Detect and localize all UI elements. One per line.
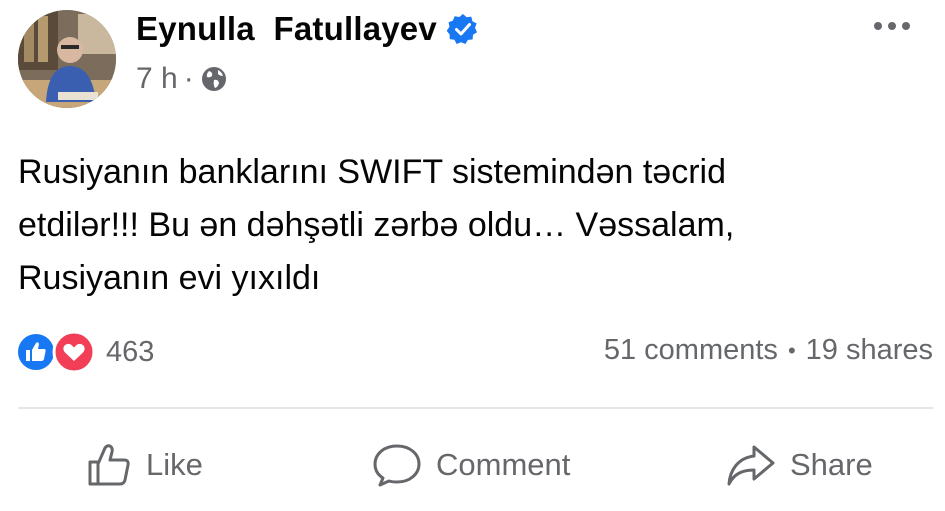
share-label: Share — [790, 447, 873, 482]
comment-bubble-icon — [373, 444, 421, 487]
comment-label: Comment — [436, 447, 571, 482]
comment-button[interactable]: Comment — [372, 430, 570, 500]
divider — [18, 407, 933, 409]
share-arrow-icon — [727, 445, 775, 486]
post-text: Rusiyanın banklarını SWIFT sistemindən t… — [18, 146, 923, 305]
meta-separator: · — [183, 62, 194, 95]
more-options-icon[interactable] — [874, 22, 910, 30]
post-text-line: Rusiyanın banklarını SWIFT sistemindən t… — [18, 153, 726, 191]
love-reaction-icon — [52, 330, 96, 374]
globe-icon — [201, 67, 226, 91]
post-text-line: Rusiyanın evi yıxıldı — [18, 259, 321, 297]
reactions-summary[interactable]: 463 — [16, 330, 154, 374]
like-button[interactable]: Like — [86, 430, 203, 500]
comments-count[interactable]: 51 comments — [604, 334, 778, 367]
post-meta: 7 h · — [136, 62, 228, 96]
stats-separator: • — [787, 337, 796, 363]
author-avatar[interactable] — [18, 10, 116, 108]
share-button[interactable]: Share — [726, 430, 873, 500]
verified-badge-icon — [446, 14, 477, 44]
author-name[interactable]: Eynulla Fatullayev — [136, 10, 437, 48]
shares-count[interactable]: 19 shares — [806, 334, 933, 367]
reaction-count: 463 — [106, 335, 155, 368]
post-stats: 51 comments • 19 shares — [604, 334, 933, 367]
post-actions: Like Comment Share — [0, 430, 945, 500]
like-label: Like — [146, 447, 203, 482]
post-header: Eynulla Fatullayev 7 h · — [0, 0, 945, 120]
like-reaction-icon — [16, 332, 56, 372]
post-text-line: etdilər!!! Bu ən dəhşətli zərbə oldu… Və… — [18, 206, 735, 244]
post-time[interactable]: 7 h — [136, 62, 178, 96]
thumbs-up-icon — [88, 444, 130, 486]
